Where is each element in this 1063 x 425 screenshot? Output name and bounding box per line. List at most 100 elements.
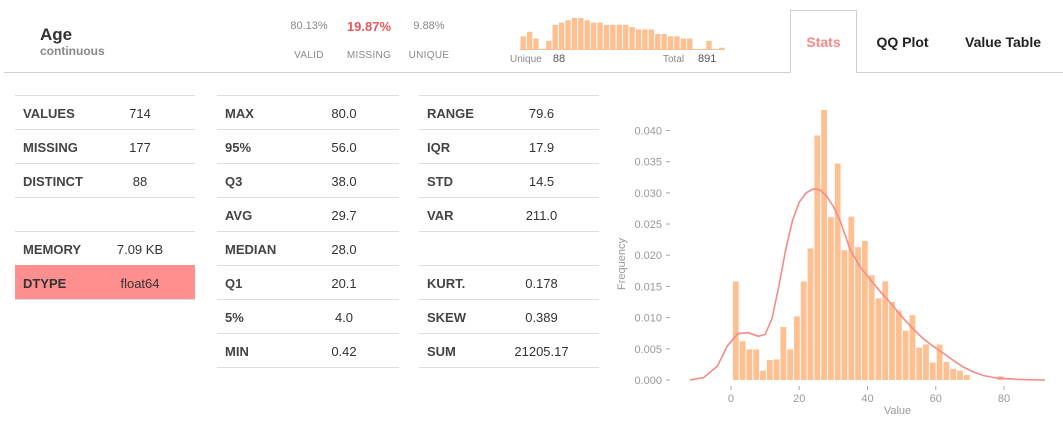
histogram-bar xyxy=(841,250,848,380)
y-tick-label: 0.025 xyxy=(634,219,662,231)
mini-hist-bar xyxy=(590,22,597,50)
stats-table-moments: RANGE 79.6 IQR 17.9 STD 14.5 VAR 211.0 KURT. 0.17… xyxy=(419,95,599,368)
stat-row: MEMORY 7.09 KB xyxy=(15,231,195,265)
x-tick-label: 40 xyxy=(861,393,873,405)
mini-hist-bar xyxy=(578,18,584,50)
histogram-bar xyxy=(950,368,957,380)
stat-label: IQR xyxy=(427,140,451,155)
header-divider-right xyxy=(856,72,1063,73)
histogram-bar xyxy=(923,344,929,380)
y-tick-label: 0.000 xyxy=(634,375,662,387)
table-spacer xyxy=(15,197,195,231)
tab-value-table[interactable]: Value Table xyxy=(948,10,1058,73)
histogram-bar xyxy=(732,281,739,380)
histogram-bar xyxy=(787,349,794,380)
stat-value: 7.09 KB xyxy=(116,242,164,257)
stat-row: MIN 0.42 xyxy=(217,333,399,367)
column-name: Age xyxy=(40,25,73,44)
histogram-bar xyxy=(889,302,895,380)
stat-label: Q1 xyxy=(225,276,243,291)
stat-row: KURT. 0.178 xyxy=(419,265,599,299)
histogram-bar xyxy=(753,349,760,380)
mini-hist-bar xyxy=(635,29,642,50)
mini-hist-bar xyxy=(603,24,610,50)
mini-hist-bar xyxy=(533,38,539,50)
stat-label: MISSING xyxy=(23,140,78,155)
stat-label: MEDIAN xyxy=(225,242,277,257)
histogram-bar xyxy=(929,362,936,380)
stat-value: 714 xyxy=(129,106,151,121)
stat-row: IQR 17.9 xyxy=(419,129,599,163)
histogram-bar xyxy=(814,135,821,380)
tab-qq-plot[interactable]: QQ Plot xyxy=(860,10,945,73)
mini-hist-bar xyxy=(674,36,680,50)
stat-row: VALUES 714 xyxy=(15,95,195,129)
y-tick-label: 0.040 xyxy=(634,125,662,137)
mini-hist-bar xyxy=(706,40,712,50)
stat-row: DISTINCT 88 xyxy=(15,163,195,197)
histogram-chart: 0.000 0.005 0.010 0.015 0.020 0.025 0.030 0.035… xyxy=(616,110,1046,417)
stat-value: 14.5 xyxy=(528,174,555,189)
histogram-bar xyxy=(902,330,909,380)
stat-value: 80.0 xyxy=(331,106,357,121)
stat-value: 17.9 xyxy=(528,140,555,155)
histogram-bar xyxy=(794,316,800,380)
mini-hist-bar xyxy=(661,34,667,50)
mini-hist-bar xyxy=(616,24,622,50)
histogram-bar xyxy=(739,341,746,380)
stat-row: 5% 4.0 xyxy=(217,299,399,333)
stat-row: MAX 80.0 xyxy=(217,95,399,129)
unique-label: UNIQUE xyxy=(408,50,450,61)
stat-row: AVG 29.7 xyxy=(217,197,399,231)
stats-table-counts: VALUES 714 MISSING 177 DISTINCT 88 MEMORY 7.09 … xyxy=(15,95,195,300)
tab-stats[interactable]: Stats xyxy=(790,10,857,73)
mini-hist-bar xyxy=(571,18,578,50)
mini-histogram xyxy=(520,18,725,50)
stat-value: 79.6 xyxy=(528,106,555,121)
mini-hist-bar xyxy=(597,22,603,50)
mini-hist-bar xyxy=(526,31,533,50)
table-bottom-border xyxy=(419,367,599,368)
histogram-bar xyxy=(773,359,780,380)
unique-pct: 9.88% xyxy=(413,20,445,32)
stat-row: 95% 56.0 xyxy=(217,129,399,163)
mini-hist-bar xyxy=(558,22,565,50)
stat-row: DTYPE float64 xyxy=(15,265,195,299)
stat-row: SUM 21205.17 xyxy=(419,333,599,367)
mini-hist-bar xyxy=(648,29,655,50)
stat-row: MEDIAN 28.0 xyxy=(217,231,399,265)
stat-label: DTYPE xyxy=(23,276,67,291)
stat-label: AVG xyxy=(225,208,253,223)
stats-table-quantiles: MAX 80.0 95% 56.0 Q3 38.0 AVG 29.7 MEDIAN 28.0 Q1 2… xyxy=(217,95,399,368)
unique-count: 88 xyxy=(552,53,566,65)
histogram-bar xyxy=(943,361,950,380)
x-tick-label: 20 xyxy=(793,393,805,405)
mini-hist-bar xyxy=(584,20,590,50)
histogram-bar xyxy=(800,281,807,380)
stat-label: MEMORY xyxy=(23,242,82,257)
stat-label: Q3 xyxy=(225,174,243,189)
stat-value: 211.0 xyxy=(525,208,558,223)
y-tick-label: 0.035 xyxy=(634,157,662,169)
histogram-bar xyxy=(807,248,814,380)
total-count: 891 xyxy=(698,53,717,65)
stat-value: 28.0 xyxy=(331,242,357,257)
histogram-bar xyxy=(746,349,753,380)
x-tick-label: 60 xyxy=(930,393,942,405)
table-spacer xyxy=(419,231,599,265)
x-tick-label: 0 xyxy=(728,393,734,405)
histogram-bar xyxy=(821,110,827,380)
x-tick-label: 80 xyxy=(998,393,1010,405)
stat-value: 0.178 xyxy=(525,276,558,291)
table-bottom-border xyxy=(217,367,399,368)
histogram-bar xyxy=(780,326,787,380)
y-tick-label: 0.010 xyxy=(634,313,662,325)
stat-row: SKEW 0.389 xyxy=(419,299,599,333)
stat-label: RANGE xyxy=(427,106,474,121)
tab-stats-label: Stats xyxy=(806,33,841,50)
histogram-bar xyxy=(766,360,773,380)
histogram-bar xyxy=(875,298,882,380)
mini-hist-bar xyxy=(610,24,616,50)
histogram-bar xyxy=(848,216,855,380)
histogram-bar xyxy=(861,240,868,380)
